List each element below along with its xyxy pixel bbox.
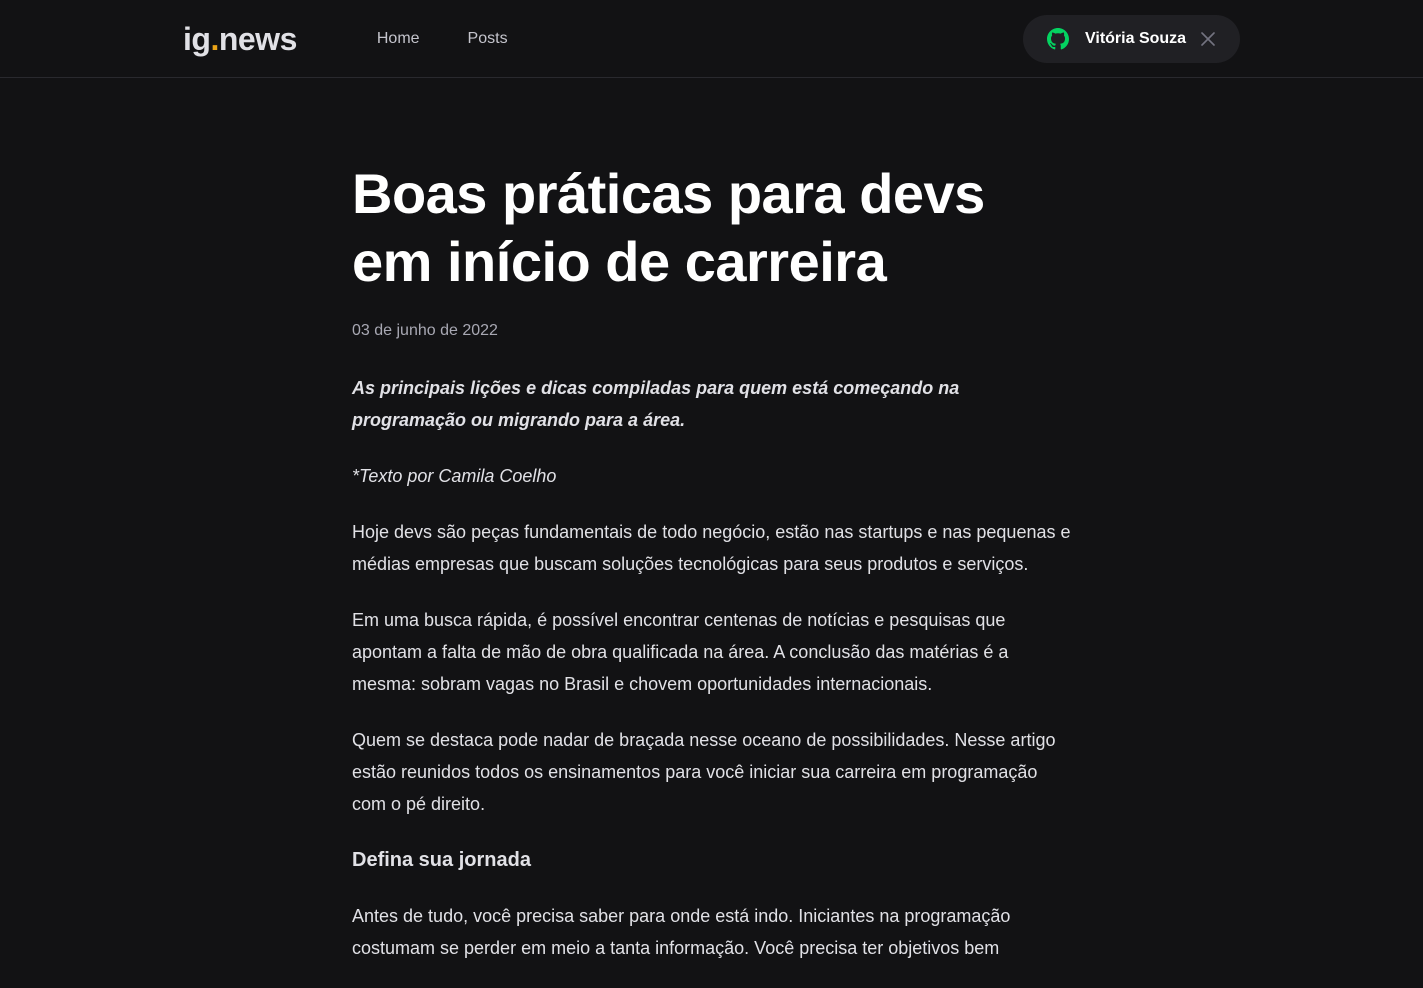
article-date: 03 de junho de 2022	[352, 322, 498, 339]
user-name: Vitória Souza	[1085, 30, 1187, 47]
article-paragraph: Antes de tudo, você precisa saber para o…	[352, 906, 1011, 958]
article-content: As principais lições e dicas compiladas …	[352, 372, 1072, 964]
logo[interactable]: ig.news	[183, 23, 297, 55]
main-nav: Home Posts	[377, 0, 556, 78]
github-icon	[1047, 28, 1069, 50]
logo-dot: .	[210, 21, 219, 57]
header-inner: ig.news Home Posts Vitória Souza	[183, 0, 1240, 78]
header: ig.news Home Posts Vitória Souza	[0, 0, 1423, 78]
close-icon[interactable]	[1200, 31, 1216, 47]
article-paragraph: Quem se destaca pode nadar de braçada ne…	[352, 730, 1056, 814]
section-heading: Defina sua jornada	[352, 849, 531, 871]
article-byline: *Texto por Camila Coelho	[352, 466, 557, 486]
article-lead: As principais lições e dicas compiladas …	[352, 378, 960, 430]
article-paragraph: Em uma busca rápida, é possível encontra…	[352, 610, 1009, 694]
nav-posts-link[interactable]: Posts	[468, 0, 508, 78]
logo-text-ig: ig	[183, 21, 211, 57]
article-paragraph: Hoje devs são peças fundamentais de todo…	[352, 522, 1071, 574]
article: Boas práticas para devs em início de car…	[352, 160, 1072, 988]
nav-home-link[interactable]: Home	[377, 0, 420, 78]
logo-text-news: news	[218, 21, 298, 57]
article-title: Boas práticas para devs em início de car…	[352, 162, 985, 293]
signed-in-user-button[interactable]: Vitória Souza	[1023, 15, 1240, 63]
